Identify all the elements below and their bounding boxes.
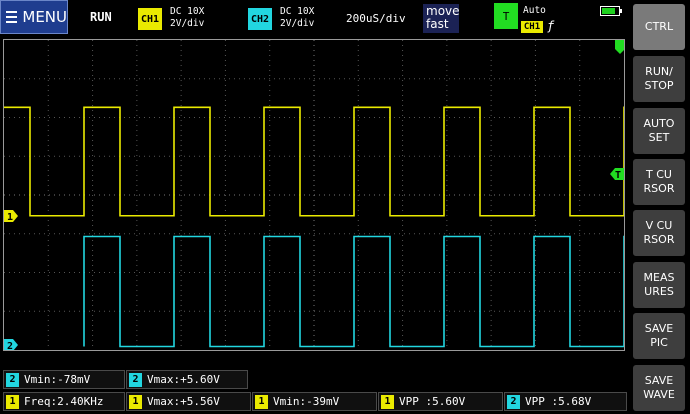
ch2-settings[interactable]: DC 10X 2V/div [280, 6, 314, 30]
measurement-value: VPP :5.60V [399, 395, 466, 408]
side-button-savewave[interactable]: SAVE WAVE [633, 365, 685, 411]
measurement-item[interactable]: 1 VPP :5.60V [378, 392, 503, 411]
ch1-level-marker[interactable]: 1 [4, 210, 18, 223]
trigger-position-marker[interactable] [615, 40, 624, 54]
graticule [4, 40, 624, 350]
side-button-ctrl[interactable]: CTRL [633, 4, 685, 50]
ch1-scale: 2V/div [170, 18, 205, 29]
ch2-level-marker[interactable]: 2 [4, 339, 18, 350]
menu-label: MENU [22, 8, 67, 26]
top-status-bar: MENU RUN CH1 DC 10X 2V/div CH2 DC 10X 2V… [0, 0, 628, 36]
measurement-value: Vmin:-39mV [273, 395, 340, 408]
measurement-item[interactable]: 2 Vmin:-78mV [3, 370, 125, 389]
move-speed-button[interactable]: move fast [423, 4, 460, 33]
channel-tag: 2 [507, 394, 520, 409]
measurement-value: Freq:2.40KHz [24, 395, 104, 408]
side-button-autoset[interactable]: AUTO SET [633, 108, 685, 154]
measurement-value: VPP :5.68V [525, 395, 592, 408]
measurement-value: Vmax:+5.60V [147, 373, 220, 386]
waveform-canvas: 1 2 T [4, 40, 624, 350]
side-button-measures[interactable]: MEAS URES [633, 262, 685, 308]
svg-text:2: 2 [7, 341, 13, 350]
measurement-item[interactable]: 2 VPP :5.68V [504, 392, 627, 411]
menu-button[interactable]: MENU [0, 0, 68, 34]
channel-tag: 2 [129, 372, 142, 387]
channel-tag: 1 [255, 394, 268, 409]
ch1-tag[interactable]: CH1 [138, 8, 162, 30]
side-menu: CTRL RUN/ STOP AUTO SET T CU RSOR V CU RSOR M… [628, 0, 690, 414]
measurement-value: Vmax:+5.56V [147, 395, 220, 408]
hamburger-icon [6, 11, 18, 23]
trigger-edge-icon[interactable]: ƒ [547, 19, 554, 33]
battery-icon [600, 6, 622, 16]
side-button-vcursor[interactable]: V CU RSOR [633, 210, 685, 256]
side-button-tcursor[interactable]: T CU RSOR [633, 159, 685, 205]
measurement-item[interactable]: 1 Vmin:-39mV [252, 392, 377, 411]
move-speed: fast [426, 17, 449, 31]
channel-tag: 2 [6, 372, 19, 387]
measurement-item[interactable]: 2 Vmax:+5.60V [126, 370, 248, 389]
trigger-source[interactable]: CH1 [521, 21, 543, 33]
ch1-settings[interactable]: DC 10X 2V/div [170, 6, 204, 30]
ch2-trace [83, 235, 624, 348]
channel-tag: 1 [129, 394, 142, 409]
trigger-mode[interactable]: Auto [523, 5, 546, 16]
svg-text:T: T [615, 170, 621, 181]
ch2-coupling: DC 10X [280, 6, 315, 17]
ch1-trace [4, 106, 624, 217]
ch2-tag[interactable]: CH2 [248, 8, 272, 30]
svg-text:1: 1 [7, 212, 13, 223]
trigger-level-marker[interactable]: T [610, 168, 624, 181]
channel-tag: 1 [381, 394, 394, 409]
measurement-item[interactable]: 1 Vmax:+5.56V [126, 392, 251, 411]
side-button-runstop[interactable]: RUN/ STOP [633, 56, 685, 102]
ch1-coupling: DC 10X [170, 6, 205, 17]
timebase[interactable]: 200uS/div [346, 12, 406, 25]
waveform-plot[interactable]: 1 2 T [3, 39, 625, 351]
run-status[interactable]: RUN [90, 10, 112, 24]
trigger-tag[interactable]: T [494, 3, 518, 29]
side-button-savepic[interactable]: SAVE PIC [633, 313, 685, 359]
ch2-scale: 2V/div [280, 18, 315, 29]
channel-tag: 1 [6, 394, 19, 409]
measurement-value: Vmin:-78mV [24, 373, 91, 386]
measurement-item[interactable]: 1 Freq:2.40KHz [3, 392, 125, 411]
